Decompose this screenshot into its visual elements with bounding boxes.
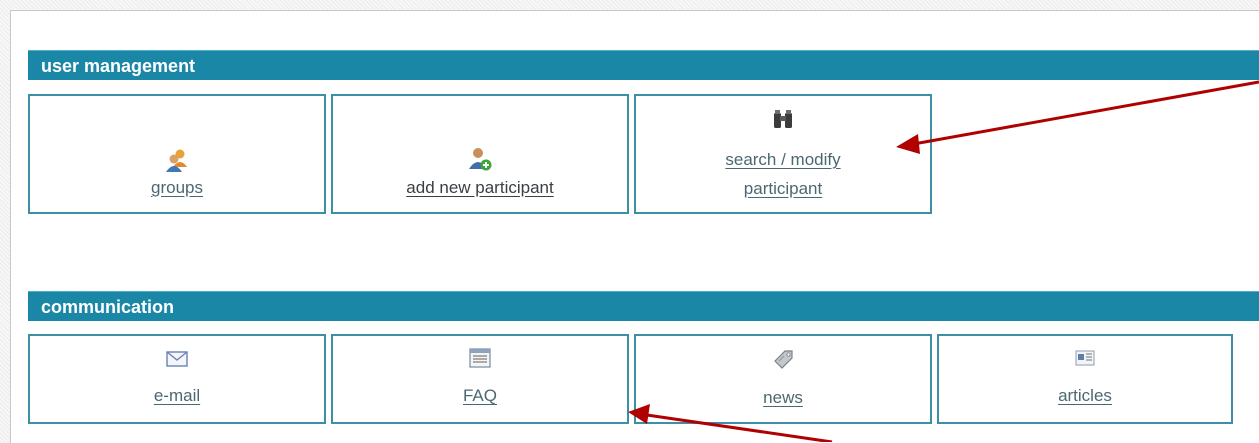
email-link[interactable]: e-mail [30, 384, 324, 408]
user-management-header: user management [28, 50, 1259, 80]
groups-icon [30, 148, 324, 172]
faq-list-icon [333, 348, 627, 368]
articles-tile[interactable]: articles [937, 334, 1233, 424]
communication-title: communication [41, 297, 175, 317]
add-new-participant-tile[interactable]: add new participant [331, 94, 629, 214]
communication-header: communication [28, 291, 1259, 321]
groups-link[interactable]: groups [30, 176, 324, 200]
news-tag-icon [636, 348, 930, 370]
search-modify-link-line2[interactable]: participant [636, 177, 930, 201]
add-new-participant-link[interactable]: add new participant [333, 176, 627, 200]
envelope-icon [30, 351, 324, 367]
news-tile[interactable]: news [634, 334, 932, 424]
user-management-title: user management [41, 56, 196, 76]
news-link[interactable]: news [636, 386, 930, 410]
faq-link[interactable]: FAQ [333, 384, 627, 408]
articles-link[interactable]: articles [939, 384, 1231, 408]
email-tile[interactable]: e-mail [28, 334, 326, 424]
groups-tile[interactable]: groups [28, 94, 326, 214]
faq-tile[interactable]: FAQ [331, 334, 629, 424]
article-icon [939, 350, 1231, 366]
search-modify-participant-tile[interactable]: search / modify participant [634, 94, 932, 214]
search-modify-link-line1[interactable]: search / modify [636, 148, 930, 172]
binoculars-icon [636, 110, 930, 130]
add-user-icon [333, 146, 627, 172]
